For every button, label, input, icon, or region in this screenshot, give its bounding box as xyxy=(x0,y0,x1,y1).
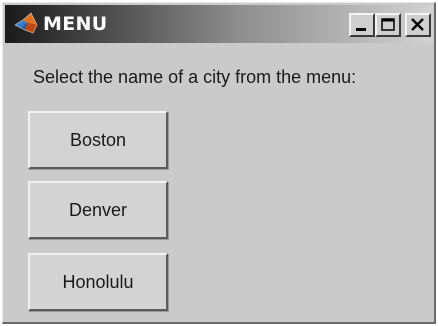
window-title: MENU xyxy=(43,13,108,35)
city-button-boston[interactable]: Boston xyxy=(28,111,168,169)
close-button[interactable] xyxy=(405,13,431,37)
instruction-text: Select the name of a city from the menu: xyxy=(33,67,357,87)
minimize-button[interactable] xyxy=(349,13,375,37)
minimize-icon xyxy=(356,28,366,31)
menu-window: MENU Select the name of a city from the … xyxy=(2,2,436,324)
city-button-denver[interactable]: Denver xyxy=(28,181,168,239)
matlab-membrane-icon xyxy=(13,11,41,37)
close-icon xyxy=(411,18,424,31)
maximize-button[interactable] xyxy=(375,13,401,37)
title-bar[interactable]: MENU xyxy=(5,5,433,43)
city-button-honolulu[interactable]: Honolulu xyxy=(28,253,168,311)
maximize-icon xyxy=(381,18,395,31)
